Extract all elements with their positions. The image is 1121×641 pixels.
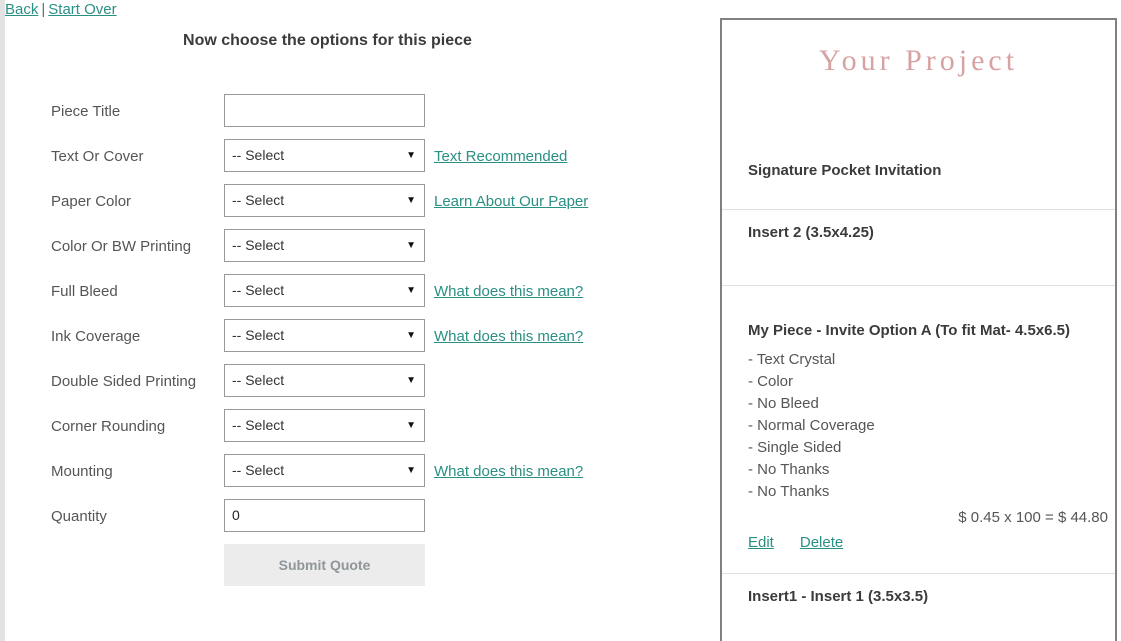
chevron-down-icon: ▼ [406,285,416,296]
page-title: Now choose the options for this piece [183,32,472,49]
field-label: Full Bleed [51,283,118,300]
line-item-amount: 0.00 [1088,395,1116,412]
field-row-color-or-bw-printing: Color Or BW Printing -- Select ▼ [0,229,700,274]
text-recommended-link[interactable]: Text Recommended [434,148,567,165]
field-row-double-sided-printing: Double Sided Printing -- Select ▼ [0,364,700,409]
line-item-label: - No Thanks [748,461,830,478]
text-or-cover-select[interactable]: -- Select ▼ [224,139,425,172]
line-item-amount: 0.00 [1088,483,1116,500]
field-label: Text Or Cover [51,148,144,165]
full-bleed-select[interactable]: -- Select ▼ [224,274,425,307]
project-card-line-items: - Text Crystal 0.16 - Color 0.29 - No Bl… [722,351,1115,505]
field-row-mounting: Mounting -- Select ▼ What does this mean… [0,454,700,499]
field-label: Double Sided Printing [51,373,197,390]
field-row-full-bleed: Full Bleed -- Select ▼ What does this me… [0,274,700,319]
line-item: - Color 0.29 [748,373,1115,395]
chevron-down-icon: ▼ [406,375,416,386]
double-sided-printing-select[interactable]: -- Select ▼ [224,364,425,397]
chevron-down-icon: ▼ [406,150,416,161]
project-card: My Piece - Invite Option A (To fit Mat- … [722,308,1115,551]
paper-color-select[interactable]: -- Select ▼ [224,184,425,217]
chevron-down-icon: ▼ [406,195,416,206]
piece-title-input[interactable] [224,94,425,127]
line-item-label: - No Thanks [748,483,830,500]
edit-link[interactable]: Edit [748,534,774,551]
line-item: - Single Sided 0.00 [748,439,1115,461]
field-row-quantity: Quantity 0 [0,499,700,544]
line-item-amount: 0.00 [1088,439,1116,456]
submit-quote-button[interactable]: Submit Quote [224,544,425,586]
corner-rounding-select[interactable]: -- Select ▼ [224,409,425,442]
start-over-link[interactable]: Start Over [48,1,116,18]
select-value: -- Select [232,327,285,343]
select-value: -- Select [232,192,285,208]
select-value: -- Select [232,147,285,163]
field-label: Mounting [51,463,113,480]
line-item: - Text Crystal 0.16 [748,351,1115,373]
color-or-bw-printing-select[interactable]: -- Select ▼ [224,229,425,262]
line-item: - No Bleed 0.00 [748,395,1115,417]
options-field-list: Piece Title Text Or Cover -- Select ▼ Te… [0,94,700,592]
mounting-help-link[interactable]: What does this mean? [434,463,583,480]
project-card: Insert1 - Insert 1 (3.5x3.5) [722,573,1115,641]
line-item: - No Thanks 0.00 [748,461,1115,483]
line-item: - Normal Coverage 0.00 [748,417,1115,439]
chevron-down-icon: ▼ [406,420,416,431]
field-label: Piece Title [51,103,121,120]
field-row-ink-coverage: Ink Coverage -- Select ▼ What does this … [0,319,700,364]
field-row-paper-color: Paper Color -- Select ▼ Learn About Our … [0,184,700,229]
project-card-heading: Insert1 - Insert 1 (3.5x3.5) [748,588,929,605]
line-item-label: - Normal Coverage [748,417,875,434]
ink-coverage-select[interactable]: -- Select ▼ [224,319,425,352]
line-item-label: - Color [748,373,794,390]
project-card-heading: Insert 2 (3.5x4.25) [748,224,874,241]
project-summary-panel: Your Project Signature Pocket Invitation… [720,18,1117,641]
chevron-down-icon: ▼ [406,330,416,341]
line-item-amount: 0.00 [1088,461,1116,478]
line-item-amount: 0.00 [1088,417,1116,434]
breadcrumb: Back | Start Over [5,1,117,18]
project-card: Insert 2 (3.5x4.25) [722,209,1115,286]
line-item-amount: 0.29 [1088,373,1116,390]
project-card-body [722,241,1115,263]
select-value: -- Select [232,372,285,388]
back-link[interactable]: Back [5,1,38,18]
select-value: -- Select [232,462,285,478]
submit-row: Submit Quote [0,544,700,592]
line-item: - No Thanks 0.00 [748,483,1115,505]
learn-about-paper-link[interactable]: Learn About Our Paper [434,193,588,210]
project-card-body [722,605,1115,627]
project-piece-name: Signature Pocket Invitation [748,162,942,179]
project-title: Your Project [818,44,1019,77]
field-label: Quantity [51,508,107,525]
line-item-label: - Text Crystal [748,351,836,368]
mounting-select[interactable]: -- Select ▼ [224,454,425,487]
chevron-down-icon: ▼ [406,465,416,476]
field-label: Ink Coverage [51,328,141,345]
ink-coverage-help-link[interactable]: What does this mean? [434,328,583,345]
field-row-corner-rounding: Corner Rounding -- Select ▼ [0,409,700,454]
project-card-total: $ 0.45 x 100 = $ 44.80 [958,509,1108,526]
options-form-pane: Back | Start Over Now choose the options f… [0,0,706,641]
full-bleed-help-link[interactable]: What does this mean? [434,283,583,300]
field-row-piece-title: Piece Title [0,94,700,139]
chevron-down-icon: ▼ [406,240,416,251]
quantity-input[interactable]: 0 [224,499,425,532]
field-label: Corner Rounding [51,418,166,435]
select-value: -- Select [232,282,285,298]
select-value: -- Select [232,237,285,253]
field-row-text-or-cover: Text Or Cover -- Select ▼ Text Recommend… [0,139,700,184]
field-label: Paper Color [51,193,132,210]
line-item-amount: 0.16 [1088,351,1116,368]
line-item-label: - No Bleed [748,395,819,412]
select-value: -- Select [232,417,285,433]
delete-link[interactable]: Delete [800,534,843,551]
field-label: Color Or BW Printing [51,238,192,255]
breadcrumb-separator: | [41,1,46,18]
project-card-actions: Edit Delete [722,534,1115,551]
line-item-label: - Single Sided [748,439,842,456]
project-card-heading: My Piece - Invite Option A (To fit Mat- … [748,322,1070,339]
